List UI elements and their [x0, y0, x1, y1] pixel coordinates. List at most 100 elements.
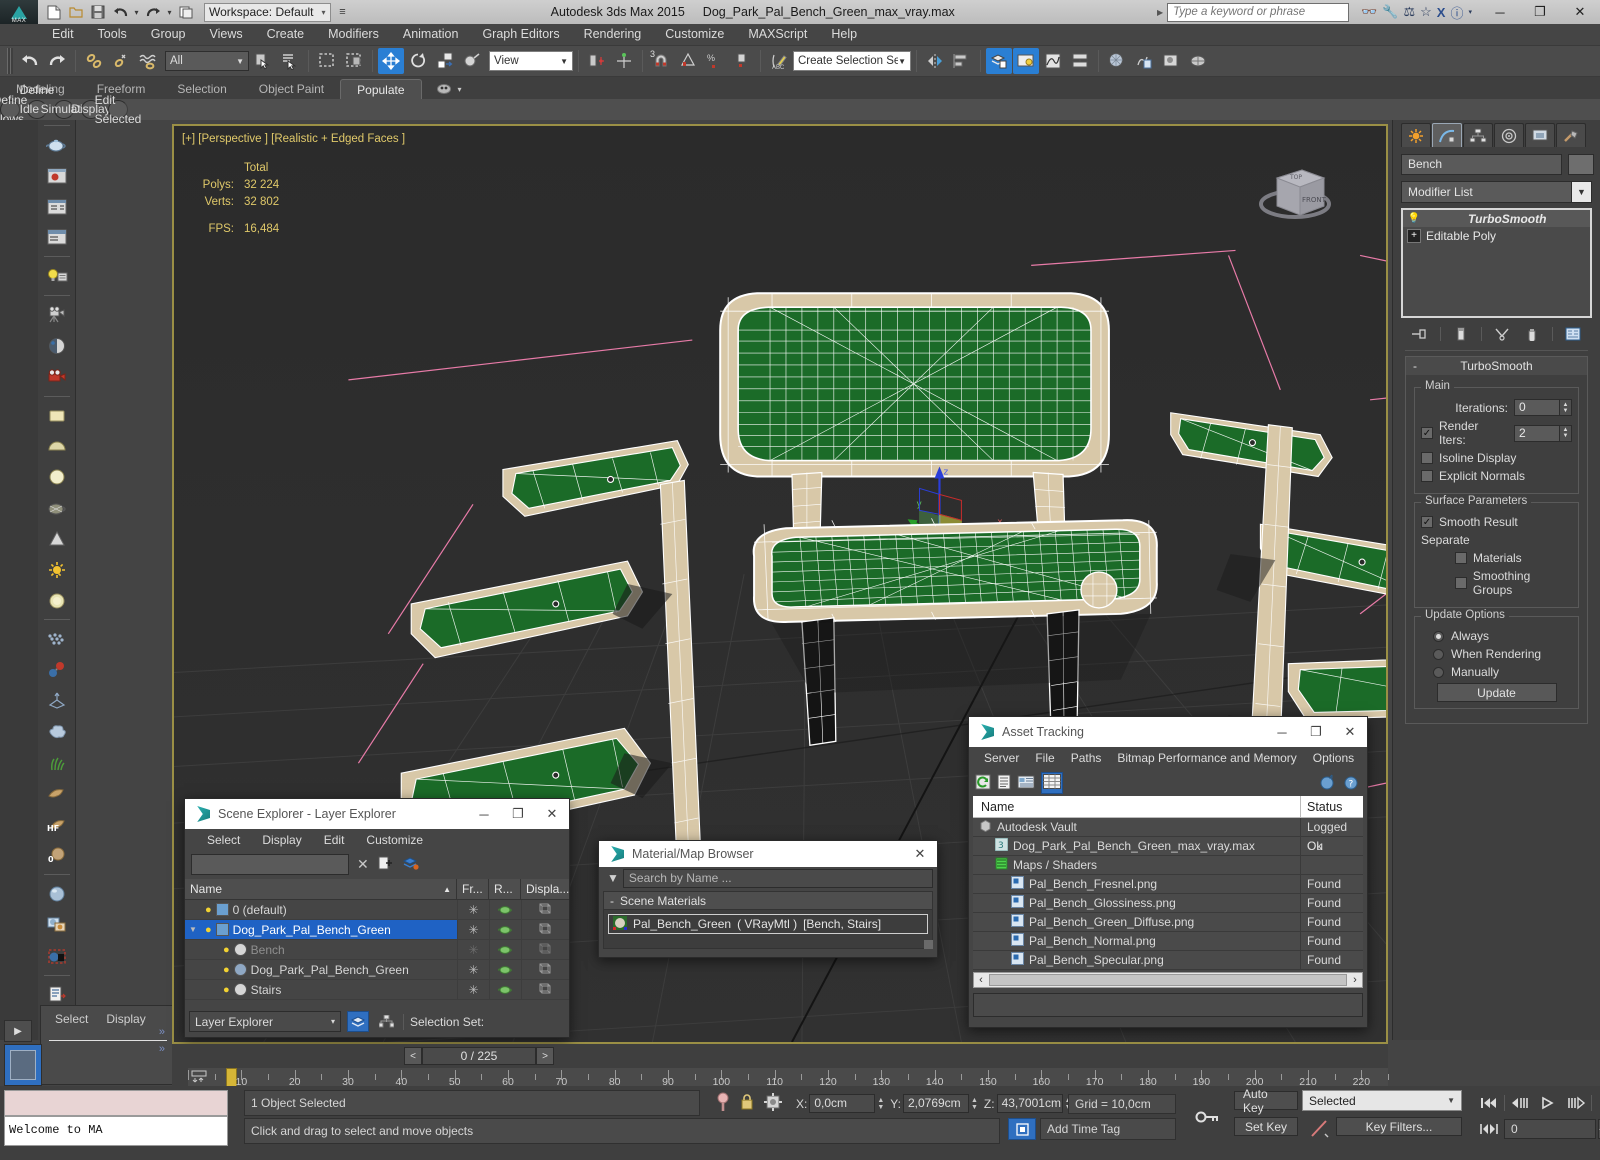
fur-icon[interactable]	[41, 779, 73, 809]
absolute-relative-icon[interactable]	[764, 1093, 782, 1114]
selection-lock-icon[interactable]	[740, 1093, 754, 1114]
menu-item-maxscript[interactable]: MAXScript	[736, 24, 819, 45]
angle-snap-icon[interactable]	[675, 48, 701, 74]
y-value[interactable]: 2,0769cm	[902, 1094, 969, 1113]
materials-checkbox[interactable]	[1455, 552, 1467, 564]
list-view-icon[interactable]	[997, 774, 1011, 793]
scene-explorer-search-input[interactable]	[191, 854, 349, 875]
table-row[interactable]: Pal_Bench_Glossiness.png Found	[973, 894, 1363, 913]
minimize-button[interactable]: ─	[1265, 717, 1299, 747]
lightbulb-icon[interactable]: ●	[223, 984, 230, 996]
key-mode-toggle-icon[interactable]	[1186, 1090, 1230, 1144]
molecule-icon[interactable]	[41, 655, 73, 685]
table-view-icon[interactable]	[1041, 772, 1063, 794]
horizontal-scrollbar[interactable]: ‹ ›	[973, 972, 1363, 988]
snowflake-icon[interactable]: ✳	[457, 940, 489, 959]
row-name-cell[interactable]: ▼ ● Dog_Park_Pal_Bench_Green	[185, 920, 457, 939]
redo-icon[interactable]	[44, 48, 70, 74]
auto-key-button[interactable]: Auto Key	[1234, 1087, 1298, 1115]
z-value[interactable]: 43,7001cm	[996, 1094, 1063, 1113]
menu-item-animation[interactable]: Animation	[391, 24, 471, 45]
light-lister-icon[interactable]	[41, 261, 73, 291]
viewport-label[interactable]: [+] [Perspective ] [Realistic + Edged Fa…	[182, 131, 405, 148]
menu-item-create[interactable]: Create	[255, 24, 317, 45]
material-entry[interactable]: Pal_Bench_Green ( VRayMtl ) [Bench, Stai…	[608, 914, 928, 934]
render-frame-icon[interactable]	[41, 161, 73, 191]
explicit-normals-row[interactable]: Explicit Normals	[1421, 469, 1572, 483]
teapot-icon[interactable]	[489, 980, 521, 999]
search-box[interactable]: ▶	[1153, 2, 1350, 22]
redo-icon[interactable]	[143, 2, 163, 22]
explicit-normals-checkbox[interactable]	[1421, 470, 1433, 482]
align-icon[interactable]	[949, 48, 975, 74]
rect-select-region-icon[interactable]	[314, 48, 340, 74]
workspace-selector[interactable]: Workspace: Default ▾	[204, 2, 331, 22]
selection-filter-combo[interactable]: All ▼	[165, 51, 249, 71]
table-row[interactable]: ● Dog_Park_Pal_Bench_Green ✳	[185, 960, 569, 980]
view-cube[interactable]: TOP FRONT	[1252, 156, 1338, 236]
new-layer-icon[interactable]	[377, 856, 394, 874]
asset-name-cell[interactable]: 3 Dog_Park_Pal_Bench_Green_max_vray.max	[973, 837, 1301, 855]
rollout-header[interactable]: - TurboSmooth	[1406, 357, 1587, 375]
teapot-icon[interactable]	[489, 960, 521, 979]
radio-always-icon[interactable]	[1433, 630, 1444, 642]
placement-tool-icon[interactable]	[459, 48, 485, 74]
new-file-icon[interactable]	[44, 2, 64, 22]
wirebox-icon[interactable]	[521, 900, 569, 919]
asset-tracking-list[interactable]: Autodesk Vault Logged Ou 3 Dog_Park_Pal_Ben…	[973, 818, 1363, 970]
key-tangent-icon[interactable]	[1308, 1116, 1332, 1140]
column-header-name[interactable]: Name	[190, 882, 222, 896]
key-frame-input[interactable]: 0	[1504, 1119, 1596, 1139]
shaded-sphere-icon[interactable]	[41, 331, 73, 361]
select-and-move-icon[interactable]	[378, 48, 404, 74]
isolate-icon[interactable]	[716, 1092, 730, 1115]
maxscript-white-field[interactable]: Welcome to MA	[4, 1116, 228, 1146]
toolbar-grip[interactable]	[7, 48, 13, 74]
prev-frame-icon[interactable]	[1507, 1090, 1533, 1116]
scene-explorer-list[interactable]: ● 0 (default) ✳ ▼ ● Dog_Park_Pal_Bench_Green ✳…	[185, 900, 569, 1001]
add-time-tag[interactable]: Add Time Tag	[1040, 1118, 1176, 1140]
compass-icon[interactable]: ⚖	[1403, 4, 1415, 20]
menu-item-customize[interactable]: Customize	[653, 24, 736, 45]
close-button[interactable]: ✕	[903, 841, 937, 867]
scene-explorer-menu-customize[interactable]: Customize	[356, 830, 433, 851]
object-color-swatch[interactable]	[1568, 154, 1594, 175]
details-view-icon[interactable]	[1017, 774, 1035, 793]
isoline-checkbox[interactable]	[1421, 452, 1433, 464]
select-link-icon[interactable]	[81, 48, 107, 74]
row-name-cell[interactable]: ● Dog_Park_Pal_Bench_Green	[185, 960, 457, 979]
asset-name-cell[interactable]: Pal_Bench_Specular.png	[973, 951, 1301, 969]
menu-item-edit[interactable]: Edit	[40, 24, 86, 45]
frame-indicator[interactable]: < 0 / 225 >	[404, 1047, 554, 1065]
expand-panel-arrow-icon[interactable]: ▶	[4, 1020, 32, 1042]
goto-end-icon[interactable]	[1594, 1090, 1600, 1116]
populate-flyout-icon[interactable]: ▾	[436, 79, 462, 99]
column-header-status[interactable]: Status	[1301, 796, 1363, 817]
clear-search-icon[interactable]: ✕	[357, 856, 369, 873]
iterations-spinner[interactable]: 0 ▲ ▼	[1514, 399, 1572, 416]
menu-item-help[interactable]: Help	[819, 24, 869, 45]
scene-explorer-menu-select[interactable]: Select	[197, 830, 250, 851]
modifier-stack[interactable]: 💡 TurboSmooth + Editable Poly	[1401, 208, 1592, 318]
table-row[interactable]: ● Bench ✳	[185, 940, 569, 960]
layer-options-icon[interactable]	[402, 856, 420, 874]
render-iters-value[interactable]: 2	[1514, 424, 1560, 442]
row-name-cell[interactable]: ● 0 (default)	[185, 900, 457, 919]
modifier-stack-item-editable-poly[interactable]: + Editable Poly	[1403, 227, 1590, 244]
material-search-input[interactable]: Search by Name ...	[622, 868, 933, 888]
snowflake-icon[interactable]: ✳	[457, 960, 489, 979]
asset-menu-file[interactable]: File	[1028, 748, 1061, 769]
teapot-icon[interactable]	[41, 130, 73, 160]
ribbon-button-define-flows[interactable]: Define Flows	[0, 93, 27, 126]
schematic-view-icon[interactable]	[1067, 48, 1093, 74]
star-icon[interactable]: ☆	[1420, 4, 1432, 20]
rendered-frame-icon[interactable]	[1158, 48, 1184, 74]
lightbulb-icon[interactable]: ●	[223, 964, 230, 976]
reference-coordinate-combo[interactable]: View ▼	[489, 51, 573, 71]
material-select-icon[interactable]	[41, 941, 73, 971]
key-mode-dropdown[interactable]: Selected ▼	[1302, 1090, 1462, 1111]
menu-item-modifiers[interactable]: Modifiers	[316, 24, 391, 45]
explorer-mode-dropdown[interactable]: Layer Explorer ▾	[189, 1011, 341, 1032]
render-production-icon[interactable]	[1185, 48, 1211, 74]
next-frame-arrow-icon[interactable]: >	[536, 1047, 554, 1065]
